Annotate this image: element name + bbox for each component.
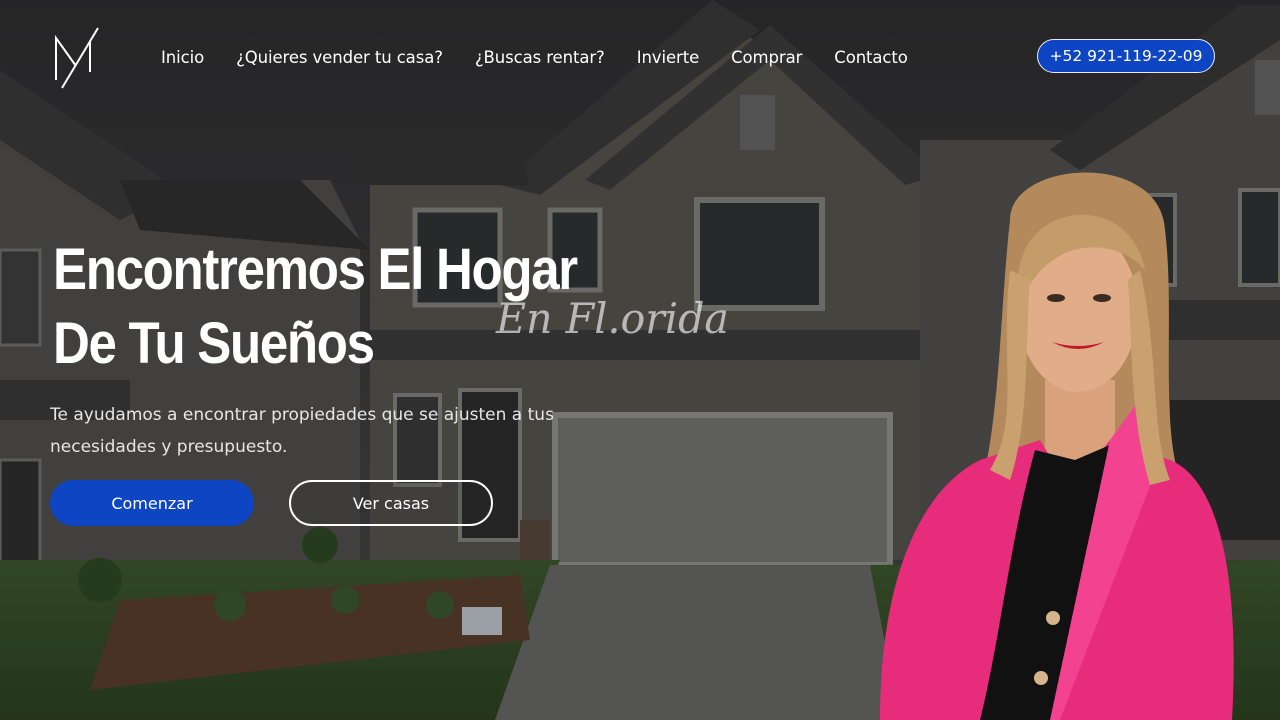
nav-link-vender[interactable]: ¿Quieres vender tu casa? (236, 48, 443, 67)
brand-logo-icon[interactable] (52, 26, 102, 90)
nav-link-rentar[interactable]: ¿Buscas rentar? (475, 48, 605, 67)
nav-link-inicio[interactable]: Inicio (161, 48, 204, 67)
nav-link-comprar[interactable]: Comprar (731, 48, 802, 67)
hero-script-text: En Fl.orida (496, 294, 729, 343)
main-menu: Inicio ¿Quieres vender tu casa? ¿Buscas … (161, 48, 940, 67)
agent-portrait-image (880, 172, 1234, 720)
start-button[interactable]: Comenzar (50, 480, 254, 526)
nav-link-contacto[interactable]: Contacto (834, 48, 908, 67)
nav-link-invierte[interactable]: Invierte (637, 48, 700, 67)
phone-button[interactable]: +52 921-119-22-09 (1037, 39, 1215, 73)
view-houses-button[interactable]: Ver casas (289, 480, 493, 526)
top-navigation: Inicio ¿Quieres vender tu casa? ¿Buscas … (0, 0, 1280, 120)
hero-subtitle: Te ayudamos a encontrar propiedades que … (50, 405, 554, 457)
hero-section: Inicio ¿Quieres vender tu casa? ¿Buscas … (0, 0, 1280, 720)
